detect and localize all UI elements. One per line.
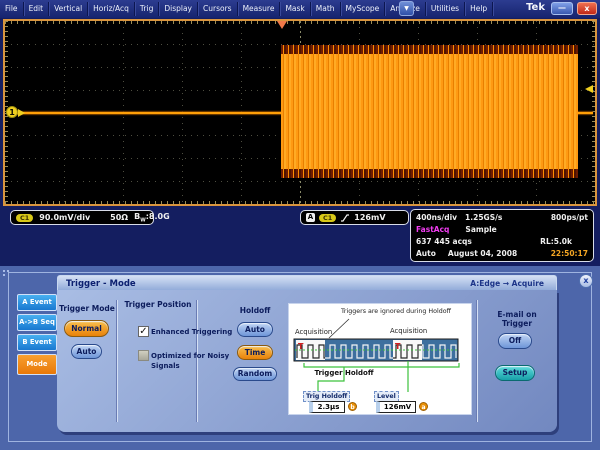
optimized-noisy-label-line1: Optimized for Noisy xyxy=(151,352,229,360)
trig-status: Auto xyxy=(416,248,436,259)
rising-edge-icon xyxy=(340,213,350,223)
menu-trig[interactable]: Trig xyxy=(135,2,159,16)
channel-readout: C1 90.0mV/div 50Ω BW:8.0G xyxy=(10,210,154,225)
menu-help[interactable]: Help xyxy=(465,2,493,16)
channel-badge: C1 xyxy=(16,214,33,222)
menu-file[interactable]: File xyxy=(0,2,24,16)
timebase: 400ns/div xyxy=(416,212,457,223)
t-marker-left: T xyxy=(298,342,304,351)
sample-rate: 1.25GS/s xyxy=(465,212,502,223)
timebase-row: 400ns/div 1.25GS/s 800ps/pt xyxy=(416,212,588,223)
holdoff-time-button[interactable]: Time xyxy=(237,345,273,360)
email-off-button[interactable]: Off xyxy=(498,333,532,349)
date: August 04, 2008 xyxy=(448,248,517,259)
acq-mode-row: FastAcq Sample xyxy=(416,224,588,235)
status-row: Auto August 04, 2008 22:50:17 xyxy=(416,248,588,259)
tab-b-event[interactable]: B Event xyxy=(17,334,57,351)
chevron-down-icon: ▼ xyxy=(404,5,409,12)
acq-count: 637 445 acqs xyxy=(416,236,472,247)
graticule-ticks xyxy=(5,21,595,24)
tab-a-event[interactable]: A Event xyxy=(17,294,57,311)
minimize-icon: — xyxy=(558,3,566,12)
optimized-noisy-label-line2: Signals xyxy=(151,362,180,370)
enhanced-triggering-label: Enhanced Triggering xyxy=(151,328,232,336)
email-on-trigger-header: E-mail on Trigger xyxy=(481,310,553,328)
holdoff-random-button[interactable]: Random xyxy=(233,367,277,381)
bw-suffix: :8.0G xyxy=(146,212,170,221)
holdoff-auto-button[interactable]: Auto xyxy=(237,322,273,337)
channel1-arrow-icon xyxy=(18,109,25,117)
acq-mode: Sample xyxy=(465,224,496,235)
waveform-burst xyxy=(281,45,578,178)
tek-logo: Tek xyxy=(526,2,545,13)
trigger-readout: A C1 126mV xyxy=(300,210,409,225)
dialog-panel: Trigger Mode Normal Auto Trigger Positio… xyxy=(57,290,557,432)
close-icon: x xyxy=(584,4,589,13)
enhanced-triggering-checkbox[interactable]: ✓ xyxy=(138,326,149,337)
holdoff-diagram: T T Triggers are ignored during Holdoff … xyxy=(288,303,472,415)
menu-cursors[interactable]: Cursors xyxy=(198,2,238,16)
menu-vertical[interactable]: Vertical xyxy=(49,2,88,16)
dialog-close-button[interactable]: x xyxy=(579,274,593,288)
menu-display[interactable]: Display xyxy=(159,2,198,16)
dialog-title: Trigger - Mode xyxy=(66,279,136,289)
trigger-source-badge: A xyxy=(306,213,315,222)
dialog-tabs: A Event A->B Seq B Event Mode xyxy=(17,294,57,375)
menu-horiz-acq[interactable]: Horiz/Acq xyxy=(88,2,135,16)
email-setup-button[interactable]: Setup xyxy=(495,365,535,381)
trigger-mode-header: Trigger Mode xyxy=(57,304,117,313)
trigger-position-header: Trigger Position xyxy=(119,300,197,309)
oscilloscope-screen: File Edit Vertical Horiz/Acq Trig Displa… xyxy=(0,0,600,450)
menu-overflow-button[interactable]: ▼ xyxy=(399,1,414,16)
channel-scale: 90.0mV/div xyxy=(39,213,90,222)
channel-bandwidth: BW:8.0G xyxy=(134,212,170,224)
close-button[interactable]: x xyxy=(577,2,597,15)
grid-line xyxy=(5,181,595,182)
channel1-marker[interactable]: 1 xyxy=(6,106,18,118)
trigger-holdoff-bracket-label: Trigger Holdoff xyxy=(309,369,379,377)
trig-holdoff-value-field[interactable]: 2.3μs xyxy=(309,401,345,413)
record-length: RL:5.0k xyxy=(540,236,572,247)
menu-edit[interactable]: Edit xyxy=(24,2,50,16)
tab-a-to-b-seq[interactable]: A->B Seq xyxy=(17,314,57,331)
trigger-mode-auto-button[interactable]: Auto xyxy=(71,344,102,359)
menu-mask[interactable]: Mask xyxy=(280,2,310,16)
menu-bar: File Edit Vertical Horiz/Acq Trig Displa… xyxy=(0,0,600,18)
menu-math[interactable]: Math xyxy=(311,2,341,16)
channel-impedance: 50Ω xyxy=(110,213,128,222)
badge-b: b xyxy=(348,402,357,411)
time: 22:50:17 xyxy=(551,248,588,259)
trigger-mode-normal-button[interactable]: Normal xyxy=(64,320,109,337)
acq-count-row: 637 445 acqs RL:5.0k xyxy=(416,236,588,247)
tab-mode[interactable]: Mode xyxy=(17,354,57,375)
badge-a: a xyxy=(419,402,428,411)
trigger-level-readout: 126mV xyxy=(354,213,385,222)
control-window-area: x Trigger - Mode A:Edge → Acquire A Even… xyxy=(0,266,600,450)
minimize-button[interactable]: — xyxy=(551,2,573,15)
menu-myscope[interactable]: MyScope xyxy=(341,2,386,16)
trigger-context-breadcrumb: A:Edge → Acquire xyxy=(470,279,544,288)
trigger-position-marker[interactable] xyxy=(277,21,287,29)
column-separator xyxy=(477,300,478,422)
trigger-level-marker[interactable] xyxy=(585,85,593,93)
graticule-ticks xyxy=(5,201,595,204)
resize-grip[interactable] xyxy=(3,270,9,276)
holdoff-header: Holdoff xyxy=(217,306,293,315)
acquisition-readout: 400ns/div 1.25GS/s 800ps/pt FastAcq Samp… xyxy=(410,209,594,262)
dialog-titlebar: Trigger - Mode A:Edge → Acquire xyxy=(57,275,557,291)
diagram-note: Triggers are ignored during Holdoff xyxy=(341,308,451,315)
sample-interval: 800ps/pt xyxy=(551,212,588,223)
waveform-display: 1 xyxy=(3,19,597,206)
level-value-field[interactable]: 126mV xyxy=(376,401,416,413)
t-marker-right: T xyxy=(395,342,401,351)
menu-measure[interactable]: Measure xyxy=(238,2,281,16)
acquisition-label-left: Acquisition xyxy=(295,328,332,336)
fastacq-indicator: FastAcq xyxy=(416,224,449,235)
trigger-channel-badge: C1 xyxy=(319,214,336,222)
optimized-noisy-checkbox[interactable] xyxy=(138,350,149,361)
column-separator xyxy=(117,300,118,422)
acquisition-label-right: Acquisition xyxy=(390,327,427,335)
menu-utilities[interactable]: Utilities xyxy=(426,2,465,16)
column-separator xyxy=(197,300,198,422)
